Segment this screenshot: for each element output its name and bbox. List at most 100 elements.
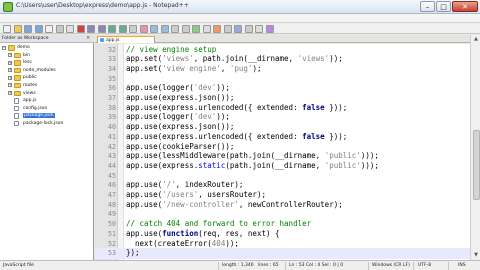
indent-guide-icon[interactable] (213, 24, 221, 33)
minimize-button[interactable]: – (420, 1, 435, 12)
tree-item-label: less (23, 60, 32, 66)
tree-item[interactable]: − demo (0, 44, 94, 52)
zoom-out-icon[interactable] (160, 24, 169, 33)
code-token: function (162, 228, 199, 238)
tree-expander-icon[interactable]: + (8, 83, 12, 88)
tree-item-label: demo (17, 45, 30, 50)
save-all-icon[interactable] (34, 24, 43, 33)
code-token: '/users' (162, 190, 199, 199)
tree-item[interactable]: app.js (0, 97, 94, 105)
code-editor[interactable]: 32// view engine setup 33 app.set('views',… (95, 44, 470, 260)
all-chars-icon[interactable] (202, 24, 211, 33)
doc-map-icon[interactable] (234, 24, 242, 33)
close-all-icon[interactable] (55, 24, 64, 33)
code-text: }); (126, 248, 140, 259)
sync-h-icon[interactable] (181, 24, 190, 33)
code-token: 'pug' (229, 63, 253, 73)
code-token: app.use( (126, 199, 163, 209)
code-token: ))); (360, 160, 379, 170)
toolbar (0, 23, 480, 34)
workspace-close-button[interactable]: × (86, 35, 90, 41)
code-token: 'dev' (193, 112, 217, 122)
tab-bar: app.js (95, 35, 470, 43)
maximize-button[interactable]: □ (436, 1, 451, 12)
workspace-panel: Folder as Workspace × − demo + bin + less + nod… (0, 35, 94, 260)
open-file-icon[interactable] (13, 24, 22, 33)
code-token: 'public' (324, 151, 361, 161)
code-token: })); (324, 102, 348, 112)
code-token: })); (324, 131, 348, 141)
code-token: , newControllerRouter); (238, 199, 343, 209)
tree-item[interactable]: + less (0, 59, 94, 67)
print-icon[interactable] (66, 24, 74, 33)
file-icon (100, 38, 104, 42)
undo-icon[interactable] (108, 24, 116, 33)
tree-expander-icon[interactable]: + (8, 68, 12, 73)
udl-icon[interactable] (223, 24, 232, 33)
tree-item[interactable]: config.json (0, 105, 94, 113)
word-wrap-icon[interactable] (192, 24, 200, 33)
status-insert-mode: INS (458, 263, 466, 268)
paste-icon[interactable] (97, 24, 106, 33)
find-icon[interactable] (129, 24, 137, 33)
code-token: app.use( (126, 228, 163, 238)
code-token: app.use(express. (126, 160, 199, 170)
code-token: , indexRouter); (175, 180, 244, 190)
code-token: // catch 404 and forward to error handle… (126, 219, 312, 229)
code-token: , usersRouter); (198, 190, 266, 199)
close-icon[interactable] (45, 24, 53, 33)
tree-expander-icon[interactable]: + (8, 75, 12, 80)
code-token: )); (216, 83, 230, 93)
tree-item[interactable]: + node_modules (0, 67, 94, 75)
tree-item[interactable]: + bin (0, 52, 94, 60)
tree-item[interactable]: + routes (0, 82, 94, 90)
code-token: (path.join(__dirname, (225, 160, 325, 170)
sync-v-icon[interactable] (171, 24, 179, 33)
status-file-type: JavaScript file (3, 263, 34, 268)
tree-item[interactable]: + public (0, 74, 94, 82)
folder-workspace-icon[interactable] (255, 24, 263, 33)
code-token: app.set( (126, 54, 163, 64)
tree-item-label: routes (23, 82, 38, 88)
code-line[interactable]: 53}); (95, 248, 470, 259)
code-token: app.use(cookieParser()); (126, 141, 235, 151)
redo-icon[interactable] (118, 24, 127, 33)
scroll-up-arrow-icon[interactable]: ▲ (472, 35, 480, 43)
tree-expander-icon[interactable]: − (2, 45, 6, 50)
status-encoding: UTF-8 (418, 263, 432, 268)
macro-record-icon[interactable] (265, 24, 274, 33)
code-token: ))); (360, 151, 379, 161)
code-token: 404 (211, 238, 226, 248)
code-token: app.use( (126, 180, 163, 190)
status-lines: lines : 65 (258, 263, 279, 268)
code-token: false (302, 131, 325, 141)
tree-item[interactable]: package.json (0, 112, 94, 120)
tree-expander-icon[interactable]: + (8, 53, 12, 58)
tree-item[interactable]: + views (0, 90, 94, 98)
tree-expander-icon[interactable]: + (8, 91, 12, 96)
status-position: Ln : 53 Col : 4 Sel : 0 | 0 (289, 263, 344, 268)
code-token: app.use(express.urlencoded({ extended: (126, 102, 303, 112)
save-icon[interactable] (24, 24, 32, 33)
tab-app-js[interactable]: app.js (97, 36, 155, 43)
vertical-scrollbar[interactable]: ▲ ▼ (470, 35, 480, 260)
status-eol: Windows (CR LF) (372, 263, 410, 268)
code-token: )); (329, 54, 343, 64)
cut-icon[interactable] (76, 24, 85, 33)
copy-icon[interactable] (87, 24, 95, 33)
scroll-thumb[interactable] (472, 130, 480, 200)
code-token: 'view engine' (162, 63, 221, 73)
tree-expander-icon[interactable]: + (8, 60, 12, 65)
replace-icon[interactable] (139, 24, 148, 33)
function-list-icon[interactable] (244, 24, 253, 33)
close-button[interactable]: ✕ (452, 1, 478, 12)
new-file-icon[interactable] (3, 24, 11, 33)
title-bar: C:\Users\user\Desktop\express\demo\app.j… (0, 0, 480, 14)
code-token: 'dev' (193, 83, 217, 93)
folder-icon (14, 52, 21, 59)
scroll-down-arrow-icon[interactable]: ▼ (472, 251, 480, 259)
code-token: app.use(express.json()); (126, 93, 235, 102)
code-token: app.set( (126, 63, 163, 73)
zoom-in-icon[interactable] (150, 24, 158, 33)
tree-item[interactable]: package-lock.json (0, 120, 94, 128)
